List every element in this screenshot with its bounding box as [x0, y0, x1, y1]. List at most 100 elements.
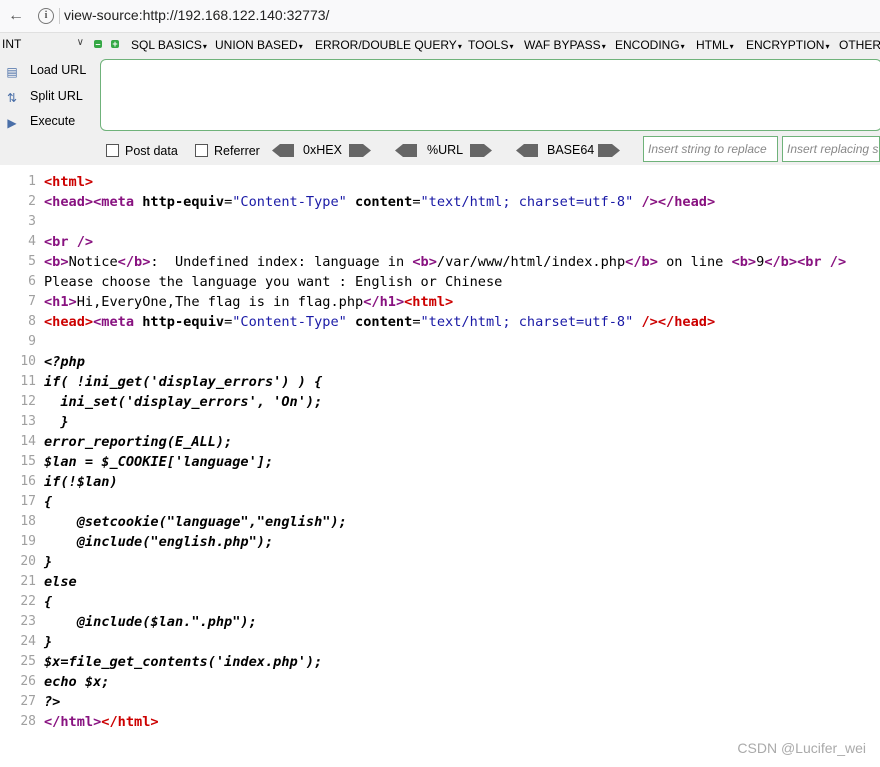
source-line: 7 <h1>Hi,EveryOne,The flag is in flag.php…	[0, 292, 880, 312]
plus-icon[interactable]: +	[111, 40, 119, 49]
insert-replacing-input[interactable]: Insert replacing string	[782, 136, 880, 162]
line-number: 28	[20, 714, 36, 729]
referrer-checkbox[interactable]: Referrer	[195, 144, 260, 158]
line-number: 9	[28, 334, 36, 349]
menu-error-double-query[interactable]: ERROR/DOUBLE QUERY	[315, 38, 462, 52]
split-url-icon: ⇅	[6, 91, 18, 105]
menu-tools[interactable]: TOOLS	[468, 38, 513, 52]
source-line: 28 </html></html>	[0, 712, 880, 732]
line-number: 1	[28, 174, 36, 189]
line-number: 22	[20, 594, 36, 609]
line-number: 4	[28, 234, 36, 249]
h1-tag: <h1>	[44, 294, 77, 310]
source-line: 13 }	[0, 412, 880, 432]
source-line: 22 {	[0, 592, 880, 612]
html-tag: <html>	[44, 174, 94, 190]
php-code: error_reporting(E_ALL);	[44, 434, 233, 450]
php-code: ?>	[44, 694, 61, 710]
load-url-label: Load URL	[30, 63, 87, 77]
php-code: $x=file_get_contents('index.php');	[44, 654, 323, 670]
source-line: 26 echo $x;	[0, 672, 880, 692]
referrer-checkbox-box	[195, 144, 208, 157]
insert-string-input[interactable]: Insert string to replace	[643, 136, 778, 162]
attr-name: http-equiv	[142, 314, 225, 330]
php-code: if(!$lan)	[44, 474, 118, 490]
line-number: 13	[20, 414, 36, 429]
php-code: {	[44, 494, 53, 510]
hackbar-panel: ▤ Load URL ⇅ Split URL ▶ Execute Post data …	[0, 57, 880, 165]
php-code: <?php	[44, 354, 85, 370]
br-tag: <br />	[797, 254, 847, 270]
url-decode-arrow-icon[interactable]	[395, 144, 417, 157]
attr-name: content	[355, 314, 413, 330]
url-textarea[interactable]	[100, 59, 880, 131]
hex-encode-arrow-icon[interactable]	[349, 144, 371, 157]
source-line: 19 @include("english.php");	[0, 532, 880, 552]
line-number: 6	[28, 274, 36, 289]
load-url-icon: ▤	[6, 65, 18, 79]
source-line: 27 ?>	[0, 692, 880, 712]
base64-encode-arrow-icon[interactable]	[598, 144, 620, 157]
menu-sql-basics[interactable]: SQL BASICS	[131, 38, 207, 52]
source-line: 25 $x=file_get_contents('index.php');	[0, 652, 880, 672]
html-close-tag: </html>	[101, 714, 159, 730]
line-number: 20	[20, 554, 36, 569]
php-code: if( !ini_get('display_errors') ) {	[44, 374, 323, 390]
php-code: }	[44, 554, 53, 570]
source-line: 1 <html>	[0, 172, 880, 192]
attr-value: "Content-Type"	[232, 194, 347, 210]
tag-close: /></head>	[641, 194, 716, 210]
menu-html[interactable]: HTML	[696, 38, 734, 52]
execute-button[interactable]: ▶ Execute	[4, 114, 75, 130]
menu-encoding[interactable]: ENCODING	[615, 38, 685, 52]
base64-label: BASE64	[547, 143, 595, 157]
line-number: 10	[20, 354, 36, 369]
post-data-label: Post data	[125, 144, 178, 158]
php-code: }	[44, 634, 53, 650]
info-icon[interactable]: i	[38, 8, 54, 24]
load-url-button[interactable]: ▤ Load URL	[4, 63, 86, 79]
attr-name: content	[355, 194, 413, 210]
html-tag: <html>	[404, 294, 454, 310]
b-tag: <b>	[731, 254, 757, 270]
execute-label: Execute	[30, 114, 76, 128]
h1-text: Hi,EveryOne,The flag is in flag.php	[76, 294, 364, 310]
line-number: 19	[20, 534, 36, 549]
notice-text: Notice	[68, 254, 118, 270]
head-tag: <head>	[44, 314, 94, 330]
source-line: 9	[0, 332, 880, 352]
chevron-down-icon: ∨	[76, 37, 84, 48]
menu-union-based[interactable]: UNION BASED	[215, 38, 303, 52]
split-url-button[interactable]: ⇅ Split URL	[4, 89, 83, 105]
meta-tag: <meta	[93, 194, 135, 210]
post-data-checkbox-box	[106, 144, 119, 157]
line-number: 11	[20, 374, 36, 389]
php-code: echo $x;	[44, 674, 110, 690]
source-line: 16 if(!$lan)	[0, 472, 880, 492]
post-data-checkbox[interactable]: Post data	[106, 144, 178, 158]
back-arrow-icon[interactable]: ←	[6, 6, 26, 26]
menu-waf-bypass[interactable]: WAF BYPASS	[524, 38, 606, 52]
url-encode-arrow-icon[interactable]	[470, 144, 492, 157]
line-number: 2	[28, 194, 36, 209]
split-url-label: Split URL	[30, 89, 83, 103]
line-number: 26	[20, 674, 36, 689]
menu-other[interactable]: OTHER	[839, 38, 880, 52]
minus-icon[interactable]: –	[94, 40, 102, 49]
source-line: 2 <head><meta http-equiv="Content-Type" c…	[0, 192, 880, 212]
br-tag: <br />	[44, 234, 94, 250]
type-select[interactable]: INT ∨	[2, 37, 86, 53]
url-field[interactable]: view-source:http://192.168.122.140:32773…	[64, 7, 329, 23]
execute-icon: ▶	[7, 116, 17, 130]
referrer-label: Referrer	[214, 144, 260, 158]
b-tag: </b>	[625, 254, 658, 270]
line-number: 7	[28, 294, 36, 309]
line-number: 16	[20, 474, 36, 489]
source-line: 6 Please choose the language you want : E…	[0, 272, 880, 292]
php-code: @include("english.php");	[44, 534, 274, 550]
base64-decode-arrow-icon[interactable]	[516, 144, 538, 157]
php-code: }	[44, 414, 69, 430]
menu-encryption[interactable]: ENCRYPTION	[746, 38, 829, 52]
line-number: 5	[28, 254, 36, 269]
hex-decode-arrow-icon[interactable]	[272, 144, 294, 157]
